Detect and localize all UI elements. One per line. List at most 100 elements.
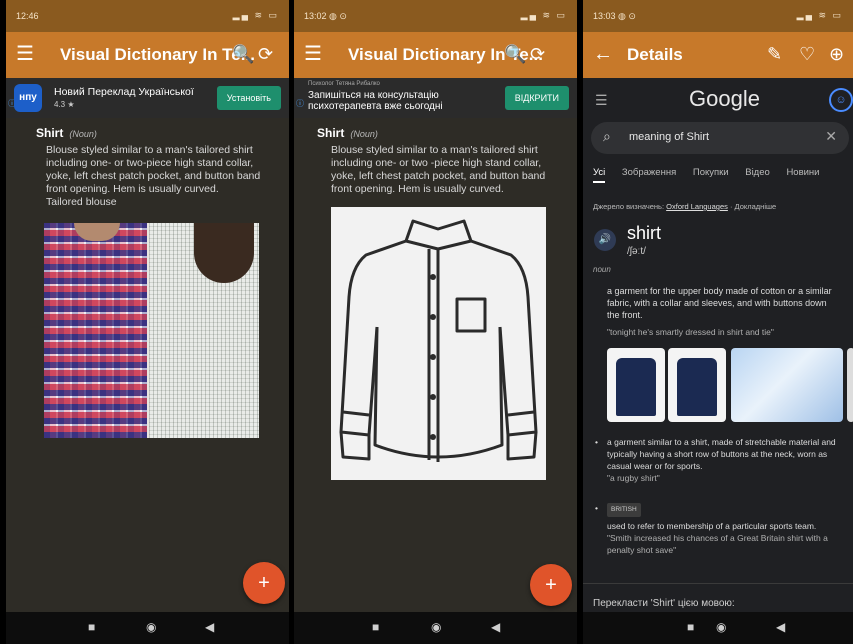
bullet-1-text: a garment similar to a shirt, made of st…	[607, 437, 836, 471]
model-hair	[194, 223, 254, 283]
plaid-blouse-image	[44, 223, 147, 438]
details-title: Details	[627, 45, 683, 64]
ad-info-icon[interactable]: ⓘ	[296, 98, 304, 109]
term-word: Shirt	[317, 126, 345, 140]
status-time: 13:03 ◍ ⊙	[593, 11, 636, 21]
entry-definition: Blouse styled similar to a man's tailore…	[331, 144, 563, 196]
entry-term: Shirt (Noun)	[36, 126, 97, 140]
phonetic: /ʃəːt/	[627, 246, 646, 257]
shirt-drawing	[331, 207, 546, 480]
region-tag: BRITISH	[607, 503, 641, 517]
more-icon[interactable]: ⊕	[829, 42, 844, 66]
divider	[583, 583, 853, 584]
image-tee-1[interactable]	[607, 348, 665, 422]
term-word: Shirt	[36, 126, 64, 140]
ad-rating: 4.3 ★	[54, 100, 75, 109]
edit-icon[interactable]: ✎	[767, 42, 782, 66]
account-icon[interactable]: ☺	[829, 88, 853, 112]
app-bar: ☰ Visual Dictionary In Te... 🔍 ⟳	[294, 32, 577, 78]
menu-icon[interactable]: ☰	[304, 42, 322, 66]
bullet-definition-2: • BRITISH used to refer to membership of…	[595, 502, 845, 556]
definition-source: Джерело визначень: Oxford Languages · До…	[593, 202, 776, 211]
tab-shopping[interactable]: Покупки	[693, 167, 729, 178]
search-tabs: Усі Зображення Покупки Відео Новини	[593, 167, 853, 187]
search-icon[interactable]: 🔍	[232, 42, 254, 66]
translate-prompt[interactable]: Перекласти 'Shirt' цією мовою:	[593, 598, 735, 609]
speaker-icon[interactable]: 🔊	[594, 229, 616, 251]
tab-news[interactable]: Новини	[786, 167, 819, 178]
term-pos: (Noun)	[69, 129, 97, 139]
ad-install-button[interactable]: Установіть	[216, 86, 281, 110]
status-bar: 12:46 ▂▄ ≋ ▭	[6, 0, 289, 32]
bullet-definition-1: • a garment similar to a shirt, made of …	[595, 436, 845, 484]
tab-all[interactable]: Усі	[593, 167, 606, 183]
ad-app-logo: нпу	[14, 84, 42, 112]
part-of-speech: noun	[593, 265, 611, 274]
system-icons: ▂▄ ≋ ▭	[232, 10, 279, 20]
image-more[interactable]	[847, 348, 853, 422]
definition-1: a garment for the upper body made of cot…	[607, 286, 832, 320]
history-icon[interactable]: ⟳	[530, 42, 545, 66]
add-fab-button[interactable]: +	[243, 562, 285, 604]
entry-definition: Blouse styled similar to a man's tailore…	[46, 144, 278, 209]
back-icon[interactable]: ◀	[491, 620, 500, 634]
app-title: Visual Dictionary In Te...	[60, 45, 255, 64]
definition-extra: Tailored blouse	[46, 196, 117, 208]
definition-text: Blouse styled similar to a man's tailore…	[331, 144, 546, 195]
recents-icon[interactable]: ■	[88, 620, 95, 634]
back-icon[interactable]: ◀	[776, 620, 785, 634]
status-time: 12:46	[16, 11, 39, 21]
nav-bar: ■ ◉ ◀	[6, 612, 289, 644]
ad-text: Запишіться на консультацію психотерапевт…	[308, 90, 443, 112]
recents-icon[interactable]: ■	[687, 620, 694, 634]
ad-open-button[interactable]: ВІДКРИТИ	[504, 86, 569, 110]
ad-text: Новий Переклад Української	[54, 86, 194, 98]
definition-text: Blouse styled similar to a man's tailore…	[46, 144, 261, 195]
term-pos: (Noun)	[350, 129, 378, 139]
nav-bar: ■ ◉ ◀	[294, 612, 577, 644]
screen-1: 12:46 ▂▄ ≋ ▭ ☰ Visual Dictionary In Te..…	[6, 0, 289, 644]
home-icon[interactable]: ◉	[716, 620, 726, 634]
google-logo: Google	[689, 86, 760, 111]
back-icon[interactable]: ◀	[205, 620, 214, 634]
example-1: "tonight he's smartly dressed in shirt a…	[607, 327, 774, 337]
entry-term: Shirt (Noun)	[317, 126, 378, 140]
ad-banner[interactable]: Психолог Тетяна Рибалко ⓘ Запишіться на …	[294, 78, 577, 118]
source-link[interactable]: Oxford Languages	[666, 202, 728, 211]
google-menu-icon[interactable]: ☰	[595, 92, 608, 109]
ad-banner[interactable]: ⓘ нпу Новий Переклад Української 4.3 ★ У…	[6, 78, 289, 118]
menu-icon[interactable]: ☰	[16, 42, 34, 66]
heart-icon[interactable]: ♡	[799, 42, 815, 66]
system-icons: ▂▄ ≋ ▭	[520, 10, 567, 20]
ad-sponsor: Психолог Тетяна Рибалко	[308, 81, 380, 87]
status-time: 13:02 ◍ ⊙	[304, 11, 347, 21]
app-bar: ☰ Visual Dictionary In Te... 🔍 ⟳	[6, 32, 289, 78]
image-tee-2[interactable]	[668, 348, 726, 422]
tab-video[interactable]: Відео	[745, 167, 770, 178]
history-icon[interactable]: ⟳	[258, 42, 273, 66]
home-icon[interactable]: ◉	[146, 620, 156, 634]
bullet-2-example: "Smith increased his chances of a Great …	[607, 533, 828, 555]
add-fab-button[interactable]: +	[530, 564, 572, 606]
recents-icon[interactable]: ■	[372, 620, 379, 634]
status-bar: 13:02 ◍ ⊙ ▂▄ ≋ ▭	[294, 0, 577, 32]
source-more-link[interactable]: · Докладніше	[730, 202, 776, 211]
shirt-images	[607, 348, 853, 422]
source-prefix: Джерело визначень:	[593, 202, 665, 211]
app-bar: ← Details ✎ ♡ ⊕	[583, 32, 853, 78]
nav-bar: ■ ◉ ◀	[583, 612, 853, 644]
search-icon: ⌕	[603, 128, 611, 144]
search-icon[interactable]: 🔍	[504, 42, 526, 66]
home-icon[interactable]: ◉	[431, 620, 441, 634]
tab-images[interactable]: Зображення	[622, 167, 676, 178]
bullet-2-text: used to refer to membership of a particu…	[607, 521, 817, 531]
google-search-box[interactable]: ⌕ meaning of Shirt ✕	[591, 122, 849, 154]
image-dress-shirt[interactable]	[731, 348, 843, 422]
entry-photo	[44, 223, 259, 438]
search-input[interactable]: meaning of Shirt	[629, 131, 709, 143]
clear-icon[interactable]: ✕	[825, 128, 837, 145]
bullet-1-example: "a rugby shirt"	[607, 473, 660, 483]
back-arrow-icon[interactable]: ←	[593, 42, 613, 66]
shirt-outline-icon	[339, 219, 538, 462]
screen-2: 13:02 ◍ ⊙ ▂▄ ≋ ▭ ☰ Visual Dictionary In …	[294, 0, 577, 644]
